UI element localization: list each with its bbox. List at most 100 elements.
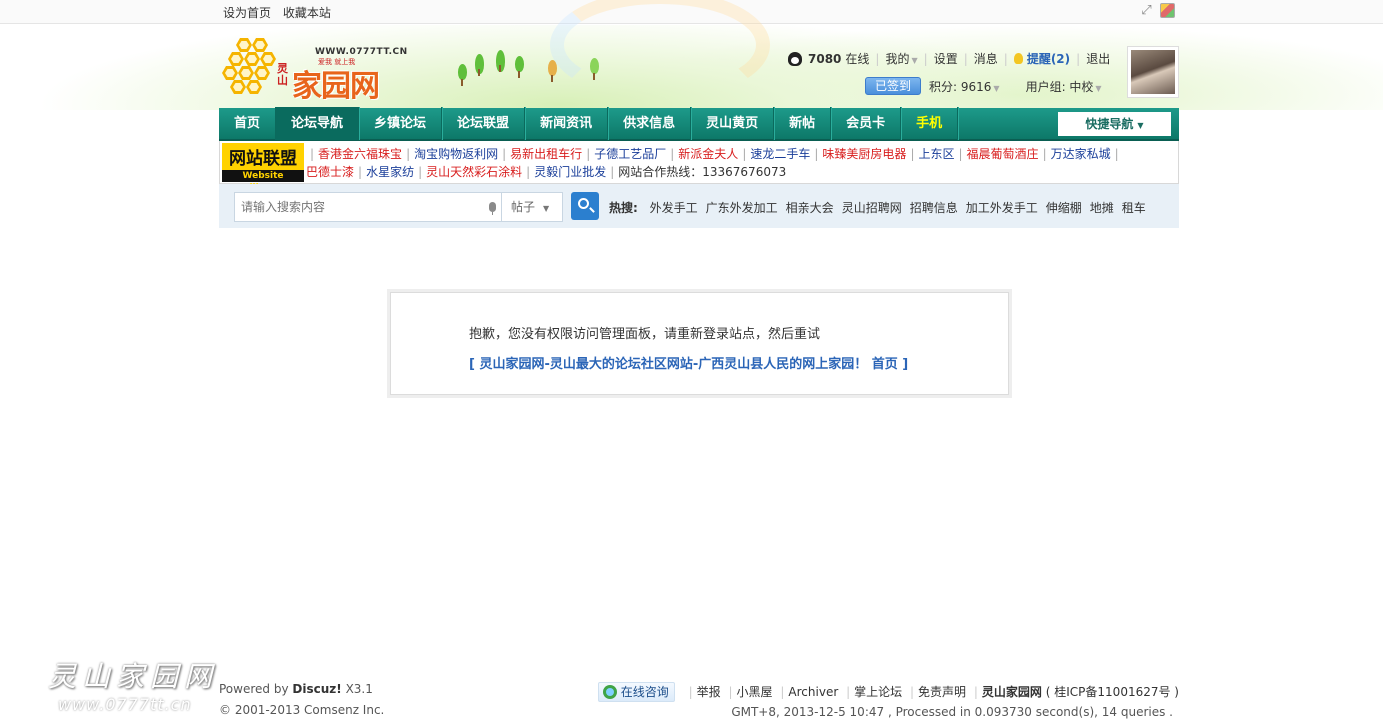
hot-search-link[interactable]: 广东外发加工 xyxy=(706,201,778,215)
search-input[interactable] xyxy=(241,200,471,214)
search-icon xyxy=(578,198,589,209)
nav-news[interactable]: 新闻资讯 xyxy=(525,107,609,140)
hot-search-link[interactable]: 相亲大会 xyxy=(786,201,834,215)
online-label[interactable]: 在线 xyxy=(845,50,869,67)
alliance-link[interactable]: 灵山天然彩石涂料 xyxy=(426,165,522,179)
nav-new-posts[interactable]: 新帖 xyxy=(774,107,832,140)
footer-link-mobile[interactable]: 掌上论坛 xyxy=(854,685,902,699)
alliance-badge-title: 网站联盟 xyxy=(229,149,297,169)
alliance-badge: 网站联盟 Website alliance xyxy=(222,143,304,193)
hot-search-link[interactable]: 租车 xyxy=(1122,201,1146,215)
nav-forum-alliance[interactable]: 论坛联盟 xyxy=(442,107,526,140)
alliance-link[interactable]: 子德工艺品厂 xyxy=(594,147,666,161)
alliance-link[interactable]: 速龙二手车 xyxy=(750,147,810,161)
honeycomb-cell xyxy=(244,52,260,66)
honeycomb-cell xyxy=(236,38,252,52)
separator: | xyxy=(910,147,915,161)
microphone-icon[interactable] xyxy=(489,202,496,215)
footer-site-name[interactable]: 灵山家园网 xyxy=(982,685,1042,699)
search-type-select[interactable]: 帖子 ▼ xyxy=(502,192,563,222)
alliance-link[interactable]: 万达家私城 xyxy=(1051,147,1111,161)
user-panel: 7080 在线 | 我的 ▼ | 设置 | 消息 | 提醒(2) | 退出 已签到… xyxy=(788,50,1110,95)
online-consult-button[interactable]: 在线咨询 xyxy=(597,682,675,702)
chevron-down-icon: ▼ xyxy=(1137,121,1144,130)
tree-decoration xyxy=(496,50,505,72)
honeycomb-cell xyxy=(246,80,262,94)
online-count[interactable]: 7080 xyxy=(808,52,841,66)
set-homepage-link[interactable]: 设为首页 xyxy=(223,6,271,20)
hot-search-link[interactable]: 伸缩棚 xyxy=(1046,201,1082,215)
footer-link-disclaimer[interactable]: 免责声明 xyxy=(918,685,966,699)
nav-mobile[interactable]: 手机 xyxy=(901,107,959,140)
search-box xyxy=(234,192,502,222)
discuz-link[interactable]: Discuz! xyxy=(292,682,341,696)
copyright: © 2001-2013 Comsenz Inc. xyxy=(219,703,384,717)
usergroup-menu[interactable]: 用户组: 中校 ▼ xyxy=(1026,78,1102,95)
theme-icon[interactable] xyxy=(1160,3,1175,18)
messages-link[interactable]: 消息 xyxy=(974,50,998,67)
message-box: 抱歉，您没有权限访问管理面板，请重新登录站点，然后重试 [ 灵山家园网-灵山最大… xyxy=(387,289,1012,398)
search-button[interactable] xyxy=(571,192,599,220)
alliance-link[interactable]: 网站合作热线：13367676073 xyxy=(618,165,786,179)
hot-search-link[interactable]: 加工外发手工 xyxy=(966,201,1038,215)
honeycomb-cell xyxy=(252,38,268,52)
footer-links: 在线咨询 | 举报 | 小黑屋 | Archiver | 掌上论坛 | 免责声明 | 灵山家… xyxy=(597,682,1179,702)
separator: | xyxy=(610,165,615,179)
my-menu[interactable]: 我的 ▼ xyxy=(885,50,917,67)
expand-icon[interactable]: ⤢ xyxy=(1139,3,1154,18)
honeycomb-cell xyxy=(254,66,270,80)
bookmark-link[interactable]: 收藏本站 xyxy=(283,6,331,20)
alliance-link[interactable]: 巴德士漆 xyxy=(306,165,354,179)
footer-link-archiver[interactable]: Archiver xyxy=(788,685,838,699)
alliance-links: | 香港金六福珠宝 | 淘宝购物返利网 | 易新出租车行 | 子德工艺品厂 | 新派金夫人 | 速龙二… xyxy=(306,145,1172,181)
separator: | xyxy=(418,165,423,179)
alliance-link[interactable]: 易新出租车行 xyxy=(510,147,582,161)
hot-search-link[interactable]: 地摊 xyxy=(1090,201,1114,215)
website-alliance: 网站联盟 Website alliance |香港金六福珠宝|淘宝购物返利网|易… xyxy=(219,141,1179,193)
avatar[interactable] xyxy=(1127,46,1179,98)
alliance-link[interactable]: 水星家纺 xyxy=(366,165,414,179)
back-home-link[interactable]: [ 灵山家园网-灵山最大的论坛社区网站-广西灵山县人民的网上家园！ 首页 ] xyxy=(469,353,908,372)
separator: | xyxy=(958,147,963,161)
alliance-link[interactable]: 新派金夫人 xyxy=(678,147,738,161)
hot-searches: 热搜: 外发手工 广东外发加工 相亲大会 灵山招聘网 招聘信息 加工外发手工 伸缩棚 地摊 租车 xyxy=(609,199,1154,216)
nav-member-card[interactable]: 会员卡 xyxy=(831,107,902,140)
nav-forum-guide[interactable]: 论坛导航 xyxy=(276,107,360,140)
separator: | xyxy=(406,147,411,161)
alliance-link[interactable]: 淘宝购物返利网 xyxy=(414,147,498,161)
points-menu[interactable]: 积分: 9616 ▼ xyxy=(929,78,1000,95)
nav-supply-demand[interactable]: 供求信息 xyxy=(608,107,692,140)
quick-nav-button[interactable]: 快捷导航 ▼ xyxy=(1058,112,1171,136)
footer-link-blackroom[interactable]: 小黑屋 xyxy=(737,685,773,699)
chevron-down-icon: ▼ xyxy=(543,204,550,213)
honeycomb-cell xyxy=(222,66,238,80)
nav-town-forums[interactable]: 乡镇论坛 xyxy=(359,107,443,140)
site-logo[interactable]: WWW.0777TT.CN 爱我 就上我 灵山 家园网 xyxy=(222,36,407,104)
hot-search-link[interactable]: 灵山招聘网 xyxy=(842,201,902,215)
icp-number[interactable]: ( 桂ICP备11001627号 ) xyxy=(1046,685,1179,699)
logout-link[interactable]: 退出 xyxy=(1086,50,1110,67)
separator: | xyxy=(814,147,819,161)
consult-icon xyxy=(602,685,617,699)
signed-button[interactable]: 已签到 xyxy=(865,77,921,95)
nav-home[interactable]: 首页 xyxy=(219,107,277,140)
watermark-url: www.0777tt.cn xyxy=(58,695,192,714)
hot-search-link[interactable]: 招聘信息 xyxy=(910,201,958,215)
separator: | xyxy=(1042,147,1047,161)
remind-link[interactable]: 提醒(2) xyxy=(1027,50,1070,67)
nav-yellow-pages[interactable]: 灵山黄页 xyxy=(691,107,775,140)
alliance-link[interactable]: 上东区 xyxy=(918,147,954,161)
hot-search-link[interactable]: 外发手工 xyxy=(650,201,698,215)
separator: | xyxy=(358,165,363,179)
comsenz-link[interactable]: © 2001-2013 Comsenz Inc. xyxy=(219,703,384,717)
footer-link-report[interactable]: 举报 xyxy=(697,685,721,699)
settings-link[interactable]: 设置 xyxy=(934,50,958,67)
alliance-link[interactable]: 灵毅门业批发 xyxy=(534,165,606,179)
tree-decoration xyxy=(548,60,557,82)
alliance-link[interactable]: 香港金六福珠宝 xyxy=(318,147,402,161)
hot-search-label: 热搜: xyxy=(609,201,638,215)
alliance-link[interactable]: 味臻美厨房电器 xyxy=(822,147,906,161)
dropdown-icon: ▼ xyxy=(1095,83,1102,93)
alliance-link[interactable]: 福晨葡萄酒庄 xyxy=(967,147,1039,161)
debug-info: GMT+8, 2013-12-5 10:47 , Processed in 0.… xyxy=(731,705,1173,719)
